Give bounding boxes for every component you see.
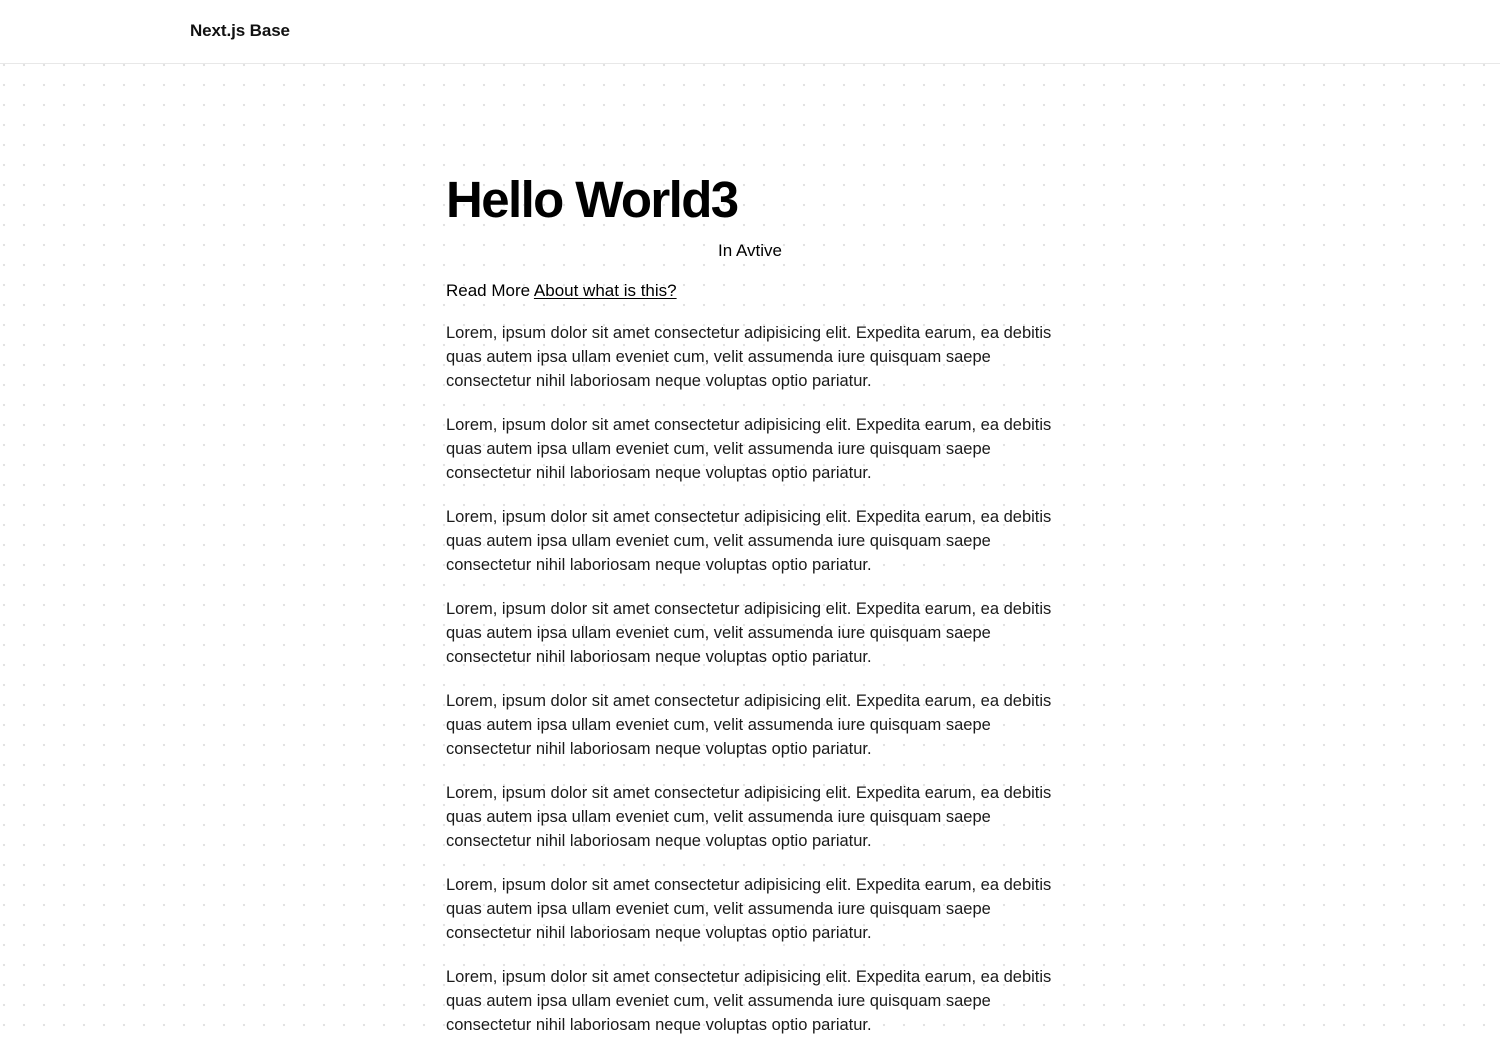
body-paragraph: Lorem, ipsum dolor sit amet consectetur … xyxy=(446,416,1052,482)
body-paragraph: Lorem, ipsum dolor sit amet consectetur … xyxy=(446,508,1052,574)
read-more-line: Read More About what is this? xyxy=(446,281,1056,301)
body-paragraph: Lorem, ipsum dolor sit amet consectetur … xyxy=(446,968,1052,1034)
body-paragraph: Lorem, ipsum dolor sit amet consectetur … xyxy=(446,692,1052,758)
brand-link[interactable]: Next.js Base xyxy=(190,21,290,41)
body-paragraph: Lorem, ipsum dolor sit amet consectetur … xyxy=(446,876,1052,942)
body-paragraph: Lorem, ipsum dolor sit amet consectetur … xyxy=(446,784,1052,850)
status-text: In Avtive xyxy=(718,241,782,260)
body-paragraph: Lorem, ipsum dolor sit amet consectetur … xyxy=(446,324,1052,390)
body-paragraph: Lorem, ipsum dolor sit amet consectetur … xyxy=(446,600,1052,666)
site-header: Next.js Base xyxy=(0,0,1500,64)
main-content: Hello World3 In Avtive Read More About w… xyxy=(446,170,1056,1037)
about-link[interactable]: About what is this? xyxy=(534,281,677,300)
read-more-label: Read More xyxy=(446,281,531,300)
page-title: Hello World3 xyxy=(446,171,739,228)
